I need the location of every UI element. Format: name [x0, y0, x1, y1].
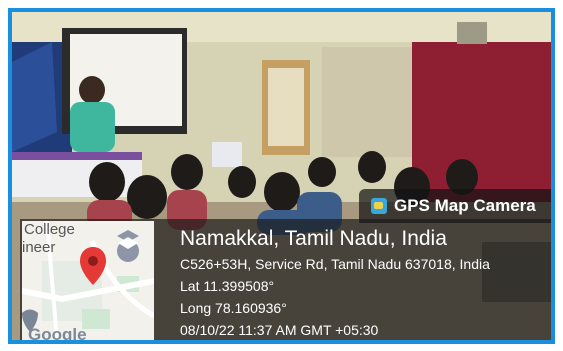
map-label-college: College: [24, 221, 75, 238]
location-text: Namakkal, Tamil Nadu, India C526+53H, Se…: [180, 225, 490, 340]
map-thumbnail: College ineer Google: [22, 221, 154, 340]
location-latitude: Lat 11.399508°: [180, 278, 275, 294]
location-address: C526+53H, Service Rd, Tamil Nadu 637018,…: [180, 256, 490, 272]
location-info-panel: College ineer Google Namakkal, Tamil Nad…: [20, 219, 551, 340]
photo-frame: GPS Map Camera College ineer Google Nama…: [8, 8, 555, 344]
location-longitude: Long 78.160936°: [180, 300, 287, 316]
map-label-engineering: ineer: [22, 239, 56, 256]
gps-map-camera-badge: GPS Map Camera: [359, 189, 551, 223]
map-camera-icon: [371, 198, 387, 214]
location-datetime: 08/10/22 11:37 AM GMT +05:30: [180, 322, 379, 338]
location-city: Namakkal, Tamil Nadu, India: [180, 227, 447, 250]
gps-map-camera-label: GPS Map Camera: [394, 196, 536, 215]
google-logo: Google: [28, 325, 87, 340]
map-pin-icon: [80, 247, 106, 285]
